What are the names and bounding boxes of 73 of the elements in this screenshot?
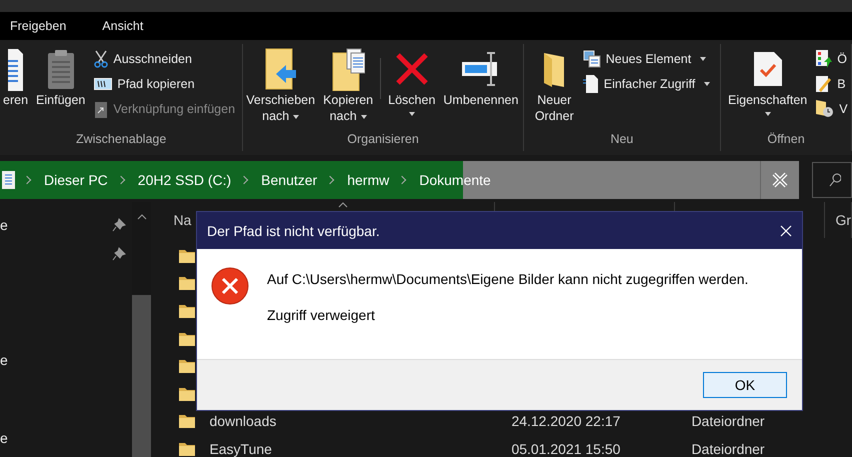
ribbon-button[interactable]: B <box>816 73 848 94</box>
folder-clock-icon <box>816 100 834 118</box>
scissors-icon <box>94 50 108 68</box>
scrollbar-thumb[interactable] <box>132 295 152 457</box>
close-button[interactable] <box>760 160 800 198</box>
type-cell-text: Dateiordner <box>691 413 766 430</box>
folder-icon <box>179 304 196 318</box>
error-detail: Zugriff verweigert <box>267 307 376 323</box>
folder-arrow-icon <box>264 47 298 91</box>
error-icon <box>211 267 249 305</box>
group-label: Öffnen <box>766 131 806 148</box>
date-cell-text: 05.01.2021 15:50 <box>511 440 622 457</box>
group-label: Organisieren <box>346 131 420 148</box>
clipboard-icon <box>46 49 75 89</box>
ribbon-button[interactable]: V <box>816 98 848 119</box>
group-label: Neu <box>609 131 634 148</box>
path-icon <box>94 78 112 90</box>
date-cell-text: 24.12.2020 22:17 <box>511 413 622 430</box>
folder-icon <box>179 442 196 456</box>
folder-icon <box>179 332 196 346</box>
type-cell-text: Dateiordner <box>691 440 766 457</box>
ribbon-button[interactable]: Verschieben nach <box>243 46 318 129</box>
new-item-icon <box>582 50 601 68</box>
search-icon <box>829 172 842 186</box>
folder-icon <box>179 386 196 401</box>
properties-icon <box>752 51 783 87</box>
ribbon-button[interactable]: Pfad kopieren <box>94 73 236 94</box>
folder-icon <box>179 359 196 374</box>
column-header[interactable]: Gr <box>825 202 852 238</box>
close-icon[interactable] <box>780 224 792 236</box>
folder-documents-icon <box>331 47 366 91</box>
group-label: Zwischenablage <box>74 131 168 148</box>
close-icon <box>772 172 788 188</box>
document-icon <box>8 47 24 91</box>
ribbon-button[interactable]: Kopieren nach <box>320 46 376 129</box>
document-icon <box>2 170 16 188</box>
document-icon <box>582 74 599 94</box>
ribbon-button[interactable]: Löschen <box>385 46 438 129</box>
breadcrumb[interactable]: Dieser PC <box>42 172 110 188</box>
ribbon-button[interactable]: Umbenennen <box>440 46 522 129</box>
nav-item[interactable]: e <box>0 352 8 368</box>
ribbon-button[interactable]: Eigenschaften <box>725 46 810 129</box>
file-name[interactable]: EasyTune <box>209 440 512 457</box>
edit-icon <box>816 74 832 92</box>
error-message: Auf C:\Users\hermw\Documents\Eigene Bilder kann nicht zugegriffen werden. <box>267 271 748 287</box>
ribbon-tab[interactable]: Freigeben <box>0 12 76 40</box>
ribbon-tab[interactable]: Ansicht <box>92 12 154 40</box>
dialog-title: Der Pfad ist nicht verfügbar. <box>207 222 380 238</box>
folder-icon <box>179 276 196 290</box>
breadcrumb[interactable]: hermw <box>345 172 392 188</box>
address-bar[interactable]: Dieser PC 20H2 SSD (C:) Benutzer hermw Dokumente <box>0 160 760 198</box>
file-name[interactable]: downloads <box>209 413 512 430</box>
ribbon-button[interactable]: Ausschneiden <box>94 48 236 69</box>
ribbon-button[interactable]: Neuer Ordner <box>532 46 577 129</box>
ok-button[interactable]: OK <box>703 372 787 398</box>
grid-arrow-icon <box>816 50 832 68</box>
ribbon-button[interactable]: Einfügen <box>33 46 88 129</box>
nav-item[interactable]: e <box>0 216 8 232</box>
ribbon-button[interactable]: eren <box>0 46 32 129</box>
ribbon-button[interactable]: Neues Element <box>582 48 710 69</box>
search-field[interactable] <box>812 162 852 198</box>
folder-icon <box>179 248 196 263</box>
folder-icon <box>179 414 196 428</box>
breadcrumb[interactable]: Benutzer <box>259 172 320 188</box>
ribbon-button[interactable]: Einfacher Zugriff <box>582 73 710 94</box>
breadcrumb[interactable]: 20H2 SSD (C:) <box>136 172 234 188</box>
folder-icon <box>542 51 566 87</box>
nav-item[interactable]: e <box>0 430 8 446</box>
shortcut-icon <box>94 100 108 118</box>
cross-icon <box>394 52 429 86</box>
breadcrumb[interactable]: Dokumente <box>417 172 493 188</box>
ribbon-button[interactable]: Ö <box>816 48 848 69</box>
scroll-up-icon[interactable] <box>136 214 147 220</box>
